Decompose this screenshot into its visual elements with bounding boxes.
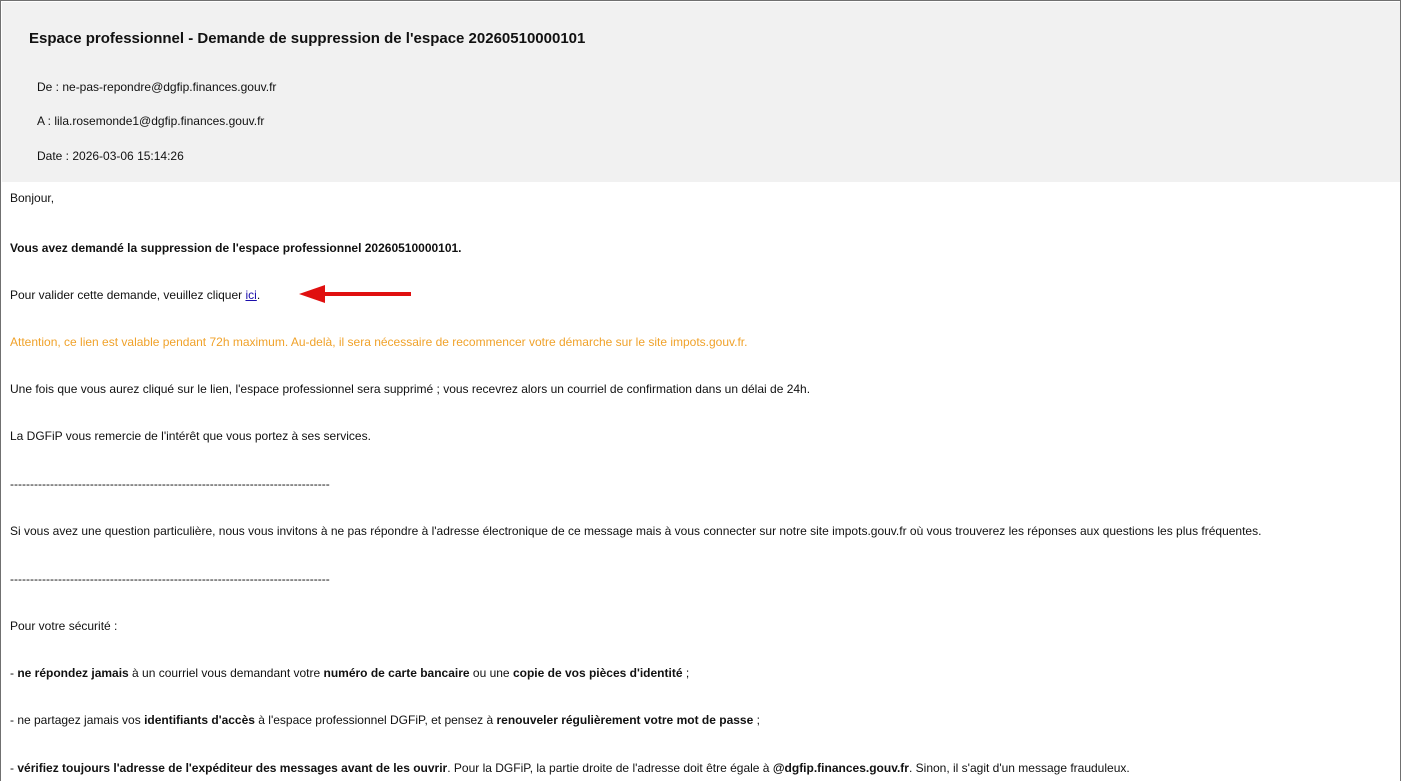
validate-link[interactable]: ici: [245, 288, 256, 302]
tip-text: . Pour la DGFiP, la partie droite de l'a…: [447, 761, 773, 775]
email-header: Espace professionnel - Demande de suppre…: [2, 2, 1400, 182]
tip-text: à un courriel vous demandant votre: [128, 666, 324, 680]
email-to: A : lila.rosemonde1@dgfip.finances.gouv.…: [37, 114, 265, 128]
separator: ----------------------------------------…: [10, 477, 330, 491]
thanks-text: La DGFiP vous remercie de l'intérêt que …: [10, 429, 371, 443]
tip-text: ;: [753, 713, 760, 727]
arrow-shaft: [323, 292, 411, 296]
security-tip-credentials: - ne partagez jamais vos identifiants d'…: [10, 713, 760, 727]
validate-prefix: Pour valider cette demande, veuillez cli…: [10, 288, 246, 302]
email-window: Espace professionnel - Demande de suppre…: [0, 0, 1401, 781]
question-text: Si vous avez une question particulière, …: [10, 524, 1262, 538]
email-from: De : ne-pas-repondre@dgfip.finances.gouv…: [37, 80, 277, 94]
tip-bold: renouveler régulièrement votre mot de pa…: [496, 713, 754, 727]
after-click-text: Une fois que vous aurez cliqué sur le li…: [10, 382, 811, 396]
tip-bold: numéro de carte bancaire: [323, 666, 470, 680]
security-tip-sender: - vérifiez toujours l'adresse de l'expéd…: [10, 761, 1130, 775]
tip-bold: ne répondez jamais: [17, 666, 129, 680]
tip-bold: vérifiez toujours l'adresse de l'expédit…: [17, 761, 448, 775]
greeting: Bonjour,: [10, 191, 55, 205]
request-statement: Vous avez demandé la suppression de l'es…: [10, 241, 462, 255]
tip-text: - ne partagez jamais vos: [10, 713, 145, 727]
tip-bold: @dgfip.finances.gouv.fr: [772, 761, 909, 775]
tip-bold: copie de vos pièces d'identité: [512, 666, 683, 680]
security-heading: Pour votre sécurité :: [10, 619, 118, 633]
validate-suffix: .: [256, 288, 261, 302]
tip-bold: identifiants d'accès: [144, 713, 255, 727]
security-tip-card: - ne répondez jamais à un courriel vous …: [10, 666, 689, 680]
tip-text: . Sinon, il s'agit d'un message fraudule…: [908, 761, 1130, 775]
tip-text: à l'espace professionnel DGFiP, et pense…: [254, 713, 497, 727]
red-arrow-icon: [299, 285, 411, 303]
tip-text: ;: [682, 666, 690, 680]
email-subject: Espace professionnel - Demande de suppre…: [29, 30, 586, 47]
arrow-head: [299, 285, 325, 303]
validate-line: Pour valider cette demande, veuillez cli…: [10, 288, 260, 302]
warning-text: Attention, ce lien est valable pendant 7…: [10, 335, 748, 349]
email-date: Date : 2026-03-06 15:14:26: [37, 149, 184, 163]
separator: ----------------------------------------…: [10, 572, 330, 586]
tip-text: ou une: [469, 666, 513, 680]
